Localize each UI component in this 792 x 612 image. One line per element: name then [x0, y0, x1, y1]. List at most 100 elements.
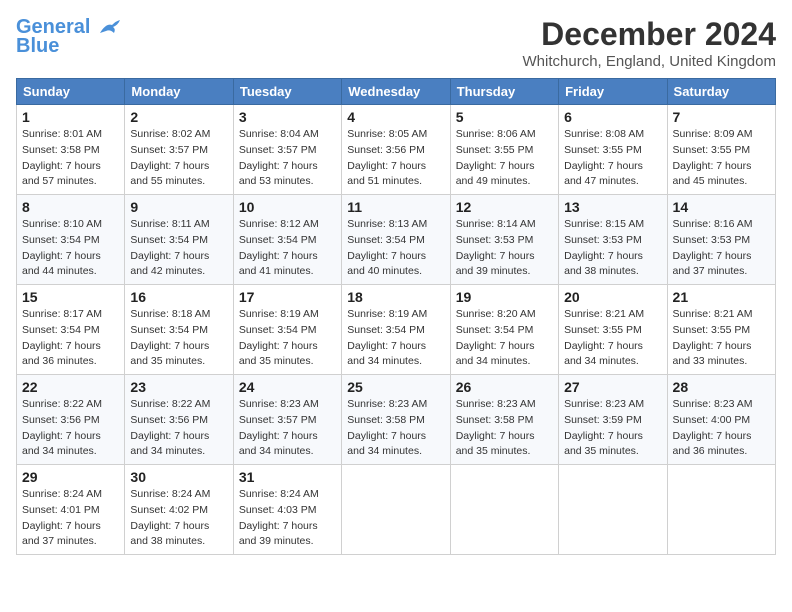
sunset-label: Sunset: 3:53 PM — [564, 234, 642, 246]
daylight-label: Daylight: 7 hours and 33 minutes. — [673, 340, 752, 368]
day-info: Sunrise: 8:23 AM Sunset: 3:58 PM Dayligh… — [456, 397, 553, 460]
day-info: Sunrise: 8:23 AM Sunset: 3:59 PM Dayligh… — [564, 397, 661, 460]
calendar-day-23: 23 Sunrise: 8:22 AM Sunset: 3:56 PM Dayl… — [125, 375, 233, 465]
sunset-label: Sunset: 3:57 PM — [239, 144, 317, 156]
calendar-day-5: 5 Sunrise: 8:06 AM Sunset: 3:55 PM Dayli… — [450, 105, 558, 195]
day-info: Sunrise: 8:19 AM Sunset: 3:54 PM Dayligh… — [239, 307, 336, 370]
sunset-label: Sunset: 3:54 PM — [130, 324, 208, 336]
day-info: Sunrise: 8:20 AM Sunset: 3:54 PM Dayligh… — [456, 307, 553, 370]
daylight-label: Daylight: 7 hours and 34 minutes. — [564, 340, 643, 368]
sunset-label: Sunset: 3:58 PM — [347, 414, 425, 426]
sunset-label: Sunset: 3:56 PM — [22, 414, 100, 426]
sunrise-label: Sunrise: 8:20 AM — [456, 308, 536, 320]
sunset-label: Sunset: 3:55 PM — [673, 144, 751, 156]
day-info: Sunrise: 8:23 AM Sunset: 4:00 PM Dayligh… — [673, 397, 770, 460]
day-number: 30 — [130, 469, 227, 485]
calendar-day-24: 24 Sunrise: 8:23 AM Sunset: 3:57 PM Dayl… — [233, 375, 341, 465]
sunrise-label: Sunrise: 8:24 AM — [130, 488, 210, 500]
sunrise-label: Sunrise: 8:13 AM — [347, 218, 427, 230]
day-number: 11 — [347, 199, 444, 215]
empty-cell — [667, 465, 775, 555]
sunset-label: Sunset: 4:02 PM — [130, 504, 208, 516]
sunrise-label: Sunrise: 8:04 AM — [239, 128, 319, 140]
sunrise-label: Sunrise: 8:15 AM — [564, 218, 644, 230]
calendar-day-17: 17 Sunrise: 8:19 AM Sunset: 3:54 PM Dayl… — [233, 285, 341, 375]
sunrise-label: Sunrise: 8:23 AM — [347, 398, 427, 410]
day-info: Sunrise: 8:16 AM Sunset: 3:53 PM Dayligh… — [673, 217, 770, 280]
calendar-week-4: 22 Sunrise: 8:22 AM Sunset: 3:56 PM Dayl… — [17, 375, 776, 465]
day-number: 15 — [22, 289, 119, 305]
calendar-table: SundayMondayTuesdayWednesdayThursdayFrid… — [16, 78, 776, 555]
sunset-label: Sunset: 3:54 PM — [130, 234, 208, 246]
day-number: 26 — [456, 379, 553, 395]
sunset-label: Sunset: 3:54 PM — [347, 234, 425, 246]
day-info: Sunrise: 8:22 AM Sunset: 3:56 PM Dayligh… — [22, 397, 119, 460]
calendar-day-4: 4 Sunrise: 8:05 AM Sunset: 3:56 PM Dayli… — [342, 105, 450, 195]
daylight-label: Daylight: 7 hours and 34 minutes. — [22, 430, 101, 458]
daylight-label: Daylight: 7 hours and 35 minutes. — [564, 430, 643, 458]
calendar-day-2: 2 Sunrise: 8:02 AM Sunset: 3:57 PM Dayli… — [125, 105, 233, 195]
sunrise-label: Sunrise: 8:05 AM — [347, 128, 427, 140]
calendar-week-5: 29 Sunrise: 8:24 AM Sunset: 4:01 PM Dayl… — [17, 465, 776, 555]
day-info: Sunrise: 8:08 AM Sunset: 3:55 PM Dayligh… — [564, 127, 661, 190]
day-header-sunday: Sunday — [17, 79, 125, 105]
daylight-label: Daylight: 7 hours and 44 minutes. — [22, 250, 101, 278]
day-header-monday: Monday — [125, 79, 233, 105]
calendar-day-10: 10 Sunrise: 8:12 AM Sunset: 3:54 PM Dayl… — [233, 195, 341, 285]
sunrise-label: Sunrise: 8:11 AM — [130, 218, 209, 230]
sunset-label: Sunset: 3:56 PM — [130, 414, 208, 426]
calendar-day-14: 14 Sunrise: 8:16 AM Sunset: 3:53 PM Dayl… — [667, 195, 775, 285]
sunset-label: Sunset: 3:59 PM — [564, 414, 642, 426]
day-number: 9 — [130, 199, 227, 215]
day-number: 6 — [564, 109, 661, 125]
day-number: 22 — [22, 379, 119, 395]
daylight-label: Daylight: 7 hours and 35 minutes. — [130, 340, 209, 368]
day-info: Sunrise: 8:19 AM Sunset: 3:54 PM Dayligh… — [347, 307, 444, 370]
day-header-wednesday: Wednesday — [342, 79, 450, 105]
day-number: 17 — [239, 289, 336, 305]
sunrise-label: Sunrise: 8:23 AM — [239, 398, 319, 410]
day-number: 29 — [22, 469, 119, 485]
sunset-label: Sunset: 3:54 PM — [347, 324, 425, 336]
sunrise-label: Sunrise: 8:12 AM — [239, 218, 319, 230]
sunset-label: Sunset: 3:54 PM — [456, 324, 534, 336]
sunrise-label: Sunrise: 8:23 AM — [673, 398, 753, 410]
sunrise-label: Sunrise: 8:18 AM — [130, 308, 210, 320]
sunrise-label: Sunrise: 8:14 AM — [456, 218, 536, 230]
page-header: General Blue December 2024 Whitchurch, E… — [16, 16, 776, 70]
day-info: Sunrise: 8:24 AM Sunset: 4:03 PM Dayligh… — [239, 487, 336, 550]
calendar-day-11: 11 Sunrise: 8:13 AM Sunset: 3:54 PM Dayl… — [342, 195, 450, 285]
sunset-label: Sunset: 3:58 PM — [22, 144, 100, 156]
day-info: Sunrise: 8:02 AM Sunset: 3:57 PM Dayligh… — [130, 127, 227, 190]
day-header-saturday: Saturday — [667, 79, 775, 105]
day-number: 2 — [130, 109, 227, 125]
day-info: Sunrise: 8:04 AM Sunset: 3:57 PM Dayligh… — [239, 127, 336, 190]
day-info: Sunrise: 8:18 AM Sunset: 3:54 PM Dayligh… — [130, 307, 227, 370]
day-info: Sunrise: 8:10 AM Sunset: 3:54 PM Dayligh… — [22, 217, 119, 280]
calendar-day-30: 30 Sunrise: 8:24 AM Sunset: 4:02 PM Dayl… — [125, 465, 233, 555]
daylight-label: Daylight: 7 hours and 51 minutes. — [347, 160, 426, 188]
daylight-label: Daylight: 7 hours and 34 minutes. — [347, 430, 426, 458]
daylight-label: Daylight: 7 hours and 38 minutes. — [564, 250, 643, 278]
sunrise-label: Sunrise: 8:23 AM — [564, 398, 644, 410]
day-number: 16 — [130, 289, 227, 305]
day-info: Sunrise: 8:17 AM Sunset: 3:54 PM Dayligh… — [22, 307, 119, 370]
day-info: Sunrise: 8:14 AM Sunset: 3:53 PM Dayligh… — [456, 217, 553, 280]
sunrise-label: Sunrise: 8:24 AM — [239, 488, 319, 500]
calendar-day-15: 15 Sunrise: 8:17 AM Sunset: 3:54 PM Dayl… — [17, 285, 125, 375]
day-header-thursday: Thursday — [450, 79, 558, 105]
sunset-label: Sunset: 4:03 PM — [239, 504, 317, 516]
daylight-label: Daylight: 7 hours and 53 minutes. — [239, 160, 318, 188]
day-number: 20 — [564, 289, 661, 305]
daylight-label: Daylight: 7 hours and 55 minutes. — [130, 160, 209, 188]
day-number: 10 — [239, 199, 336, 215]
day-info: Sunrise: 8:21 AM Sunset: 3:55 PM Dayligh… — [564, 307, 661, 370]
sunset-label: Sunset: 3:57 PM — [130, 144, 208, 156]
day-number: 1 — [22, 109, 119, 125]
sunrise-label: Sunrise: 8:21 AM — [564, 308, 644, 320]
daylight-label: Daylight: 7 hours and 47 minutes. — [564, 160, 643, 188]
daylight-label: Daylight: 7 hours and 35 minutes. — [456, 430, 535, 458]
daylight-label: Daylight: 7 hours and 35 minutes. — [239, 340, 318, 368]
sunrise-label: Sunrise: 8:22 AM — [22, 398, 102, 410]
day-number: 31 — [239, 469, 336, 485]
